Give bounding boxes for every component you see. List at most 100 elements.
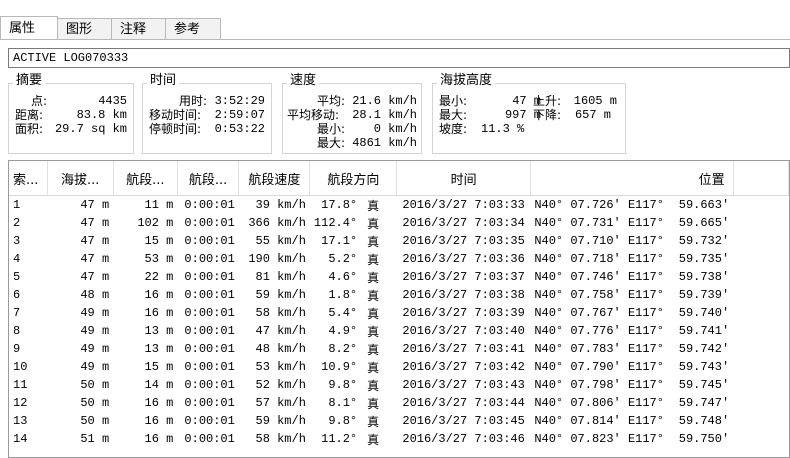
tab-reference[interactable]: 参考 <box>165 18 221 39</box>
table-cell: 0:00:01 <box>184 324 235 338</box>
column-header-time[interactable]: 时间 <box>396 161 531 196</box>
table-cell: 0:00:01 <box>184 216 235 230</box>
table-cell: 真 <box>367 306 380 321</box>
table-cell: 9.8° <box>328 414 358 428</box>
table-cell: N40° 07.776′ E117° <box>534 324 664 338</box>
table-cell: 真 <box>367 324 380 339</box>
min-speed-value: 0 km/h <box>373 122 417 136</box>
table-cell: 15 m <box>144 234 174 248</box>
table-cell-blank <box>733 304 788 322</box>
table-cell: 53 m <box>144 252 174 266</box>
table-cell: 59 km/h <box>255 288 306 302</box>
column-header-leg-time[interactable]: 航段... <box>177 161 240 196</box>
table-cell: N40° 07.710′ E117° <box>534 234 664 248</box>
summary-group: 摘要 点: 4435 距离: 83.8 km 面积: 29.7 sq km <box>8 73 134 154</box>
table-cell: 0:00:01 <box>184 306 235 320</box>
table-cell: 2016/3/27 7:03:38 <box>402 288 525 302</box>
table-cell: 59.740′ <box>678 306 730 320</box>
table-row[interactable]: 10 49 m 15 m 0:00:01 53 km/h 10.9° 真 2016/3/27 … <box>9 358 789 376</box>
tab-bar: 属性 图形 注释 参考 <box>0 0 790 40</box>
table-cell: 0:00:01 <box>184 378 235 392</box>
table-cell: 16 m <box>144 414 174 428</box>
table-cell: 13 m <box>144 324 174 338</box>
table-row[interactable]: 2 47 m 102 m 0:00:01 366 km/h 112.4° 真 2016/3/2… <box>9 214 789 232</box>
table-header-row: 索... 海拔... 航段... 航段... 航段速度 航段方向 时间 位置 <box>9 161 789 196</box>
table-row[interactable]: 3 47 m 15 m 0:00:01 55 km/h 17.1° 真 2016/3/27 7… <box>9 232 789 250</box>
table-cell: 7 <box>13 306 21 320</box>
table-cell: 5 <box>13 270 21 284</box>
column-header-index[interactable]: 索... <box>9 161 48 196</box>
table-row[interactable]: 12 50 m 16 m 0:00:01 57 km/h 8.1° 真 2016/3/27 7… <box>9 394 789 412</box>
table-cell: N40° 07.806′ E117° <box>534 396 664 410</box>
table-row[interactable]: 1 47 m 11 m 0:00:01 39 km/h 17.8° 真 2016/3/27 7… <box>9 196 789 215</box>
trackpoints-table[interactable]: 索... 海拔... 航段... 航段... 航段速度 航段方向 时间 位置 1… <box>8 160 790 458</box>
area-value: 29.7 sq km <box>54 122 127 136</box>
table-row[interactable]: 8 49 m 13 m 0:00:01 47 km/h 4.9° 真 2016/3/27 7:… <box>9 322 789 340</box>
table-cell-blank <box>733 322 788 340</box>
table-cell: N40° 07.726′ E117° <box>534 198 664 212</box>
table-cell: 8 <box>13 324 21 338</box>
table-row[interactable]: 9 49 m 13 m 0:00:01 48 km/h 8.2° 真 2016/3/27 7:… <box>9 340 789 358</box>
table-cell: 59.747′ <box>678 396 730 410</box>
table-cell-blank <box>733 268 788 286</box>
table-row[interactable]: 5 47 m 22 m 0:00:01 81 km/h 4.6° 真 2016/3/27 7:… <box>9 268 789 286</box>
table-cell: 47 m <box>80 198 110 212</box>
table-cell: 17.8° <box>321 198 358 212</box>
table-cell: 51 m <box>80 432 110 446</box>
table-cell: 50 m <box>80 396 110 410</box>
column-header-leg-speed[interactable]: 航段速度 <box>238 161 311 196</box>
table-cell: 55 km/h <box>255 234 306 248</box>
table-cell: 0:00:01 <box>184 252 235 266</box>
table-cell-blank <box>733 340 788 358</box>
table-cell: 13 m <box>144 342 174 356</box>
table-cell: 12 <box>13 396 28 410</box>
table-cell: 真 <box>367 252 380 267</box>
column-header-altitude[interactable]: 海拔... <box>47 161 114 196</box>
avg-speed-label: 平均: <box>317 94 346 108</box>
column-header-leg-length[interactable]: 航段... <box>113 161 178 196</box>
table-cell: 2 <box>13 216 21 230</box>
table-cell: 59.665′ <box>678 216 730 230</box>
table-cell: 58 km/h <box>255 306 306 320</box>
table-cell: 真 <box>367 198 380 213</box>
distance-label: 距离: <box>15 108 44 122</box>
table-cell: N40° 07.731′ E117° <box>534 216 664 230</box>
table-cell: 39 km/h <box>255 198 306 212</box>
table-cell: 0:00:01 <box>184 432 235 446</box>
moving-time-value: 2:59:07 <box>214 108 265 122</box>
table-cell: N40° 07.783′ E117° <box>534 342 664 356</box>
table-row[interactable]: 13 50 m 16 m 0:00:01 59 km/h 9.8° 真 2016/3/27 7… <box>9 412 789 430</box>
track-name-input[interactable]: ACTIVE LOG070333 <box>8 48 790 68</box>
table-cell: 0:00:01 <box>184 270 235 284</box>
table-row[interactable]: 11 50 m 14 m 0:00:01 52 km/h 9.8° 真 2016/3/27 7… <box>9 376 789 394</box>
table-row[interactable]: 7 49 m 16 m 0:00:01 58 km/h 5.4° 真 2016/3/27 7:… <box>9 304 789 322</box>
table-cell: 0:00:01 <box>184 396 235 410</box>
table-cell: 9.8° <box>328 378 358 392</box>
table-row[interactable]: 6 48 m 16 m 0:00:01 59 km/h 1.8° 真 2016/3/27 7:… <box>9 286 789 304</box>
table-cell-blank <box>733 394 788 412</box>
tab-graphics[interactable]: 图形 <box>57 18 112 39</box>
tab-notes[interactable]: 注释 <box>111 18 166 39</box>
table-cell: 2016/3/27 7:03:46 <box>402 432 525 446</box>
moving-time-label: 移动时间: <box>149 108 202 122</box>
column-header-position[interactable]: 位置 <box>530 161 734 196</box>
table-cell: 50 m <box>80 414 110 428</box>
table-cell: 2016/3/27 7:03:45 <box>402 414 525 428</box>
table-cell: 9 <box>13 342 21 356</box>
table-cell: 59.741′ <box>678 324 730 338</box>
tab-properties[interactable]: 属性 <box>0 16 58 40</box>
table-cell: 14 m <box>144 378 174 392</box>
table-row[interactable]: 4 47 m 53 m 0:00:01 190 km/h 5.2° 真 2016/3/27 7… <box>9 250 789 268</box>
table-cell: N40° 07.823′ E117° <box>534 432 664 446</box>
column-header-blank <box>733 161 789 196</box>
time-group: 时间 用时: 3:52:29 移动时间: 2:59:07 停顿时间: 0:53:… <box>142 73 272 154</box>
table-cell: 2016/3/27 7:03:36 <box>402 252 525 266</box>
table-cell: 0:00:01 <box>184 288 235 302</box>
column-header-leg-course[interactable]: 航段方向 <box>309 161 398 196</box>
table-cell: 16 m <box>144 432 174 446</box>
table-row[interactable]: 14 51 m 16 m 0:00:01 58 km/h 11.2° 真 2016/3/27 … <box>9 430 789 448</box>
altitude-title: 海拔高度 <box>437 73 496 89</box>
table-cell: 11 m <box>144 198 174 212</box>
table-cell-blank <box>733 232 788 250</box>
table-cell: 真 <box>367 234 380 249</box>
